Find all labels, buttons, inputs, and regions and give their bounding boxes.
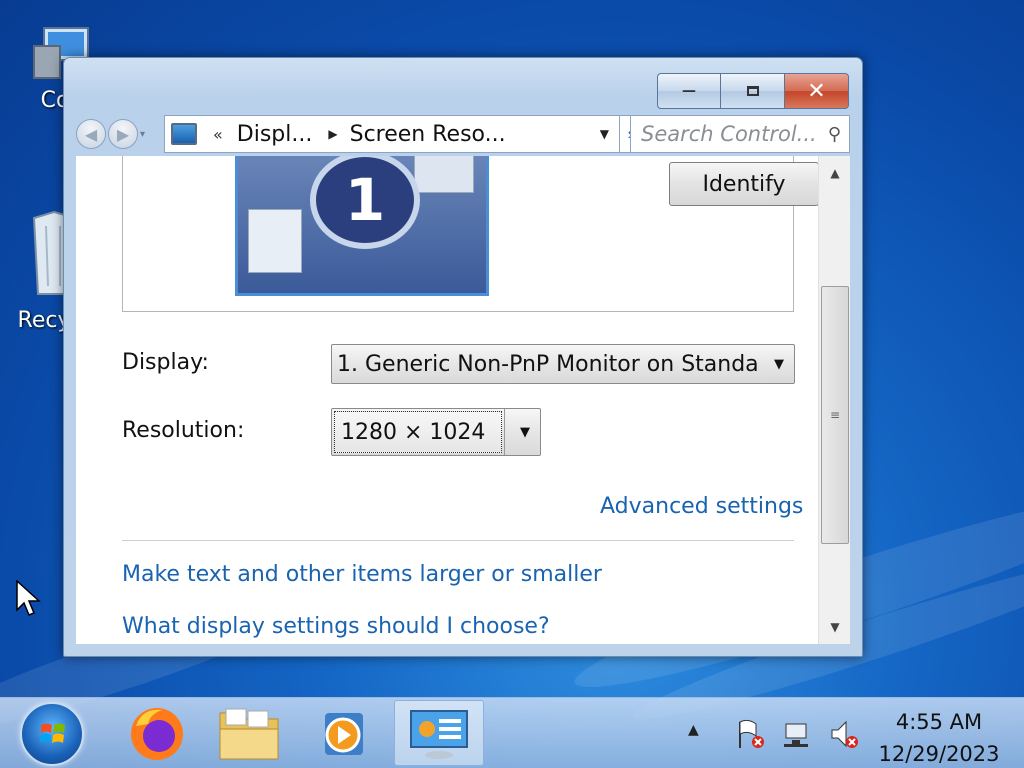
resolution-label: Resolution: (122, 418, 245, 443)
close-button[interactable]: ✕ (785, 73, 849, 109)
taskbar-file-explorer[interactable] (204, 700, 294, 766)
text-size-link[interactable]: Make text and other items larger or smal… (122, 562, 602, 587)
clock-date: 12/29/2023 (878, 742, 1000, 766)
clock-time: 4:55 AM (895, 710, 983, 734)
breadcrumb-display[interactable]: Displ... (237, 122, 313, 147)
windows-logo-icon (40, 723, 65, 743)
taskbar-screen-resolution[interactable] (394, 700, 484, 766)
breadcrumb-screen-resolution[interactable]: Screen Reso... (350, 122, 506, 147)
select-divider (504, 409, 505, 455)
divider (122, 540, 794, 541)
screen-resolution-window[interactable]: — ✕ ◀ ▶ ▾ « Displ... ▶ Screen Reso... ▼ … (63, 57, 863, 657)
volume-muted-icon[interactable] (828, 718, 860, 750)
minimize-icon: — (682, 83, 696, 99)
taskbar: ▲ 4:55 AM 12/29/2023 (0, 697, 1024, 768)
search-icon[interactable]: ⚲ (828, 124, 841, 145)
preview-window-graphic (248, 209, 302, 273)
show-hidden-icons-button[interactable]: ▲ (688, 722, 704, 754)
back-arrow-icon: ◀ (84, 124, 98, 144)
maximize-icon (746, 86, 759, 96)
search-placeholder: Search Control... (641, 122, 817, 146)
recent-pages-dropdown[interactable]: ▾ (140, 129, 145, 140)
clock[interactable]: 4:55 AM 12/29/2023 (874, 706, 1004, 768)
chevron-down-icon: ▼ (520, 424, 530, 440)
content-pane: 1 Identify Display: 1. Generic Non-PnP M… (76, 156, 850, 644)
scroll-up-button[interactable]: ▲ (819, 158, 850, 188)
preview-window-graphic (414, 156, 474, 193)
action-center-flag-icon[interactable] (734, 718, 766, 750)
minimize-button[interactable]: — (657, 73, 721, 109)
advanced-settings-link[interactable]: Advanced settings (600, 494, 803, 519)
display-select[interactable]: 1. Generic Non-PnP Monitor on Standar ▼ (331, 344, 795, 384)
back-button[interactable]: ◀ (76, 119, 106, 149)
vertical-scrollbar[interactable]: ▲ ≡ ▼ (818, 156, 850, 644)
monitor-preview-area: 1 Identify (122, 156, 819, 312)
display-settings-help-link[interactable]: What display settings should I choose? (122, 614, 550, 639)
scroll-down-button[interactable]: ▼ (819, 612, 850, 642)
media-player-icon (325, 713, 363, 755)
navigation-bar: ◀ ▶ ▾ « Displ... ▶ Screen Reso... ▼ ⇆ Se… (76, 113, 850, 155)
firefox-icon (131, 708, 183, 760)
search-input[interactable]: Search Control... ⚲ (630, 115, 850, 153)
nav-buttons: ◀ ▶ ▾ (76, 119, 162, 149)
address-dropdown-icon[interactable]: ▼ (600, 127, 609, 141)
resolution-select-value: 1280 × 1024 (334, 411, 502, 453)
chevron-down-icon: ▼ (774, 356, 784, 372)
folder-icon (219, 708, 279, 760)
taskbar-firefox[interactable] (112, 700, 202, 766)
identify-button[interactable]: Identify (669, 162, 819, 206)
address-overflow-chevron[interactable]: « (213, 125, 223, 144)
monitor-number-badge: 1 (310, 156, 420, 249)
display-settings-icon (410, 710, 468, 759)
resolution-select[interactable]: 1280 × 1024 ▼ (331, 408, 541, 456)
taskbar-media-player[interactable] (296, 700, 386, 766)
monitor-1-preview[interactable]: 1 (235, 156, 489, 296)
network-icon[interactable] (782, 718, 814, 750)
caption-buttons: — ✕ (657, 73, 849, 109)
close-icon: ✕ (807, 78, 826, 104)
forward-button[interactable]: ▶ (108, 119, 138, 149)
display-control-panel-icon (171, 123, 197, 145)
breadcrumb-separator-icon[interactable]: ▶ (328, 127, 337, 141)
address-bar[interactable]: « Displ... ▶ Screen Reso... ▼ (164, 115, 620, 153)
maximize-button[interactable] (721, 73, 785, 109)
display-label: Display: (122, 350, 209, 375)
forward-arrow-icon: ▶ (116, 124, 130, 144)
start-button[interactable] (20, 702, 84, 766)
display-select-value: 1. Generic Non-PnP Monitor on Standar (337, 351, 757, 377)
scrollbar-thumb[interactable]: ≡ (821, 286, 849, 544)
